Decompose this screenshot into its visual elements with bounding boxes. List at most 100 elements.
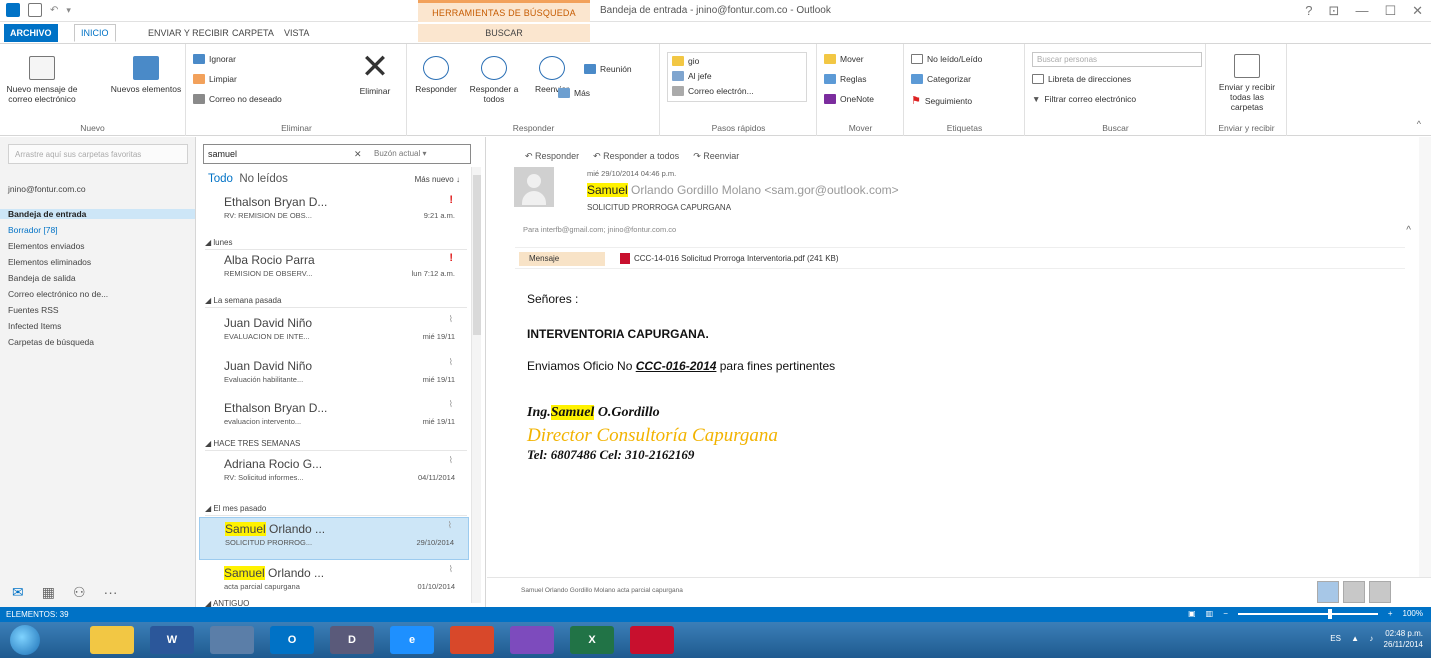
new-items-button[interactable]: Nuevos elementos bbox=[110, 56, 182, 94]
delete-button[interactable]: ✕ Eliminar bbox=[349, 50, 401, 96]
explorer-icon[interactable] bbox=[90, 626, 134, 654]
tab-buscar[interactable]: BUSCAR bbox=[418, 24, 590, 42]
list-item[interactable]: Ethalson Bryan D... ! RV: REMISION DE OB… bbox=[199, 191, 469, 234]
more-respond-button[interactable]: Más bbox=[558, 88, 590, 98]
acrobat-icon[interactable] bbox=[630, 626, 674, 654]
tab-vista[interactable]: VISTA bbox=[278, 24, 315, 42]
rules-button[interactable]: Reglas bbox=[824, 74, 866, 84]
app-icon[interactable] bbox=[210, 626, 254, 654]
person-photo[interactable] bbox=[1369, 581, 1391, 603]
collapse-ribbon-icon[interactable]: ^ bbox=[1417, 119, 1421, 129]
tab-enviar-recibir[interactable]: ENVIAR Y RECIBIR bbox=[142, 24, 235, 42]
send-receive-all-button[interactable]: Enviar y recibir todas las carpetas bbox=[1213, 54, 1281, 112]
move-button[interactable]: Mover bbox=[824, 54, 864, 64]
categorize-button[interactable]: Categorizar bbox=[911, 74, 971, 84]
list-item[interactable]: Adriana Rocio G... ⌇ RV: Solicitud infor… bbox=[199, 453, 469, 496]
message-tab[interactable]: Mensaje bbox=[519, 252, 605, 266]
search-scope-dropdown[interactable]: Buzón actual ▾ bbox=[374, 149, 427, 158]
sort-dropdown[interactable]: Más nuevo ↓ bbox=[415, 175, 460, 184]
normal-view-icon[interactable]: ▣ bbox=[1188, 609, 1196, 618]
minimize-button[interactable]: — bbox=[1355, 3, 1368, 19]
filter-all[interactable]: Todo bbox=[208, 173, 233, 185]
collapse-header-icon[interactable]: ^ bbox=[1406, 225, 1411, 236]
quick-step-item[interactable]: gio bbox=[672, 56, 699, 66]
folder-borrador[interactable]: Borrador [78] bbox=[8, 225, 58, 235]
folder-salida[interactable]: Bandeja de salida bbox=[8, 273, 76, 283]
list-scrollbar[interactable] bbox=[471, 167, 481, 603]
send-receive-icon[interactable] bbox=[28, 3, 42, 17]
close-button[interactable]: ✕ bbox=[1412, 3, 1423, 19]
ignore-button[interactable]: Ignorar bbox=[193, 54, 236, 64]
mail-icon[interactable]: ✉ bbox=[12, 584, 24, 601]
clock[interactable]: 02:48 p.m. 26/11/2014 bbox=[1384, 628, 1423, 650]
search-people-input[interactable]: Buscar personas bbox=[1032, 52, 1202, 67]
clear-search-icon[interactable]: ✕ bbox=[354, 149, 362, 160]
quick-step-item[interactable]: Al jefe bbox=[672, 71, 712, 81]
account-name[interactable]: jnino@fontur.com.co bbox=[8, 184, 86, 194]
word-icon[interactable]: W bbox=[150, 626, 194, 654]
quick-step-item[interactable]: Correo electrón... bbox=[672, 86, 754, 96]
junk-button[interactable]: Correo no deseado bbox=[193, 94, 282, 104]
zoom-level[interactable]: 100% bbox=[1403, 609, 1423, 618]
customize-qat-icon[interactable]: ▾ bbox=[66, 5, 71, 16]
zoom-out-icon[interactable]: − bbox=[1223, 609, 1228, 618]
undo-icon[interactable]: ↶ bbox=[50, 5, 58, 16]
list-item[interactable]: Juan David Niño ⌇ EVALUACION DE INTE... … bbox=[199, 312, 469, 355]
folder-bandeja-entrada[interactable]: Bandeja de entrada bbox=[0, 209, 195, 219]
search-input[interactable]: samuel ✕ Buzón actual ▾ bbox=[203, 144, 471, 164]
tab-archivo[interactable]: ARCHIVO bbox=[4, 24, 58, 42]
onenote-button[interactable]: OneNote bbox=[824, 94, 874, 104]
reading-view-icon[interactable]: ▥ bbox=[1206, 609, 1214, 618]
person-photo[interactable] bbox=[1343, 581, 1365, 603]
sender-avatar[interactable] bbox=[514, 167, 554, 207]
calendar-icon[interactable]: ▦ bbox=[42, 584, 55, 601]
people-icon[interactable]: ⚇ bbox=[73, 584, 86, 601]
list-item[interactable]: Juan David Niño ⌇ Evaluación habilitante… bbox=[199, 355, 469, 398]
follow-up-button[interactable]: ⚑ Seguimiento bbox=[911, 94, 972, 107]
group-header[interactable]: ◢ HACE TRES SEMANAS bbox=[205, 439, 467, 451]
attachment-file[interactable]: CCC-14-016 Solicitud Prorroga Intervento… bbox=[620, 253, 839, 264]
maximize-button[interactable]: ☐ bbox=[1384, 3, 1396, 19]
new-email-button[interactable]: Nuevo mensaje de correo electrónico bbox=[4, 56, 80, 104]
clean-button[interactable]: Limpiar bbox=[193, 74, 237, 84]
folder-rss[interactable]: Fuentes RSS bbox=[8, 305, 59, 315]
viber-icon[interactable] bbox=[510, 626, 554, 654]
meeting-button[interactable]: Reunión bbox=[584, 64, 632, 74]
folder-infected[interactable]: Infected Items bbox=[8, 321, 61, 331]
reading-scrollbar[interactable] bbox=[1419, 137, 1431, 577]
reply-all-button[interactable]: Responder a todos bbox=[464, 56, 524, 104]
group-header[interactable]: ◢ La semana pasada bbox=[205, 296, 467, 308]
help-button[interactable]: ? bbox=[1305, 3, 1312, 19]
zoom-slider-knob[interactable] bbox=[1327, 608, 1332, 619]
list-item[interactable]: Alba Rocio Parra ! REMISION DE OBSERV...… bbox=[199, 249, 469, 292]
filter-unread[interactable]: No leídos bbox=[239, 173, 288, 185]
quick-steps-gallery[interactable]: gio Al jefe Correo electrón... bbox=[667, 52, 807, 102]
list-item[interactable]: Ethalson Bryan D... ⌇ evaluacion interve… bbox=[199, 397, 469, 440]
tab-inicio[interactable]: INICIO bbox=[74, 24, 116, 42]
reply-button[interactable]: Responder bbox=[412, 56, 460, 94]
zoom-slider[interactable] bbox=[1237, 608, 1378, 619]
forward-inline-button[interactable]: ↷ Reenviar bbox=[693, 151, 739, 162]
more-ellipsis-icon[interactable]: ··· bbox=[104, 584, 118, 600]
zoom-in-icon[interactable]: + bbox=[1388, 609, 1393, 618]
network-icon[interactable]: ▲ bbox=[1351, 633, 1359, 644]
scrollbar-thumb[interactable] bbox=[473, 175, 481, 335]
language-indicator[interactable]: ES bbox=[1330, 633, 1341, 644]
outlook-taskbar-icon[interactable]: O bbox=[270, 626, 314, 654]
tab-carpeta[interactable]: CARPETA bbox=[226, 24, 280, 42]
reply-all-inline-button[interactable]: ↶ Responder a todos bbox=[593, 151, 679, 162]
folder-search-folders[interactable]: Carpetas de búsqueda bbox=[8, 337, 94, 347]
chrome-icon[interactable] bbox=[450, 626, 494, 654]
app-icon[interactable]: D bbox=[330, 626, 374, 654]
folder-enviados[interactable]: Elementos enviados bbox=[8, 241, 85, 251]
folder-eliminados[interactable]: Elementos eliminados bbox=[8, 257, 91, 267]
group-header[interactable]: ◢ ANTIGUO bbox=[205, 599, 467, 607]
message-from[interactable]: Samuel Orlando Gordillo Molano <sam.gor@… bbox=[587, 183, 899, 197]
internet-explorer-icon[interactable]: e bbox=[390, 626, 434, 654]
address-book-button[interactable]: Libreta de direcciones bbox=[1032, 74, 1131, 84]
person-photo[interactable] bbox=[1317, 581, 1339, 603]
start-button[interactable] bbox=[10, 625, 40, 655]
volume-icon[interactable]: ♪ bbox=[1369, 633, 1373, 644]
excel-icon[interactable]: X bbox=[570, 626, 614, 654]
list-item-selected[interactable]: Samuel Orlando ... ⌇ SOLICITUD PRORROG..… bbox=[199, 517, 469, 560]
